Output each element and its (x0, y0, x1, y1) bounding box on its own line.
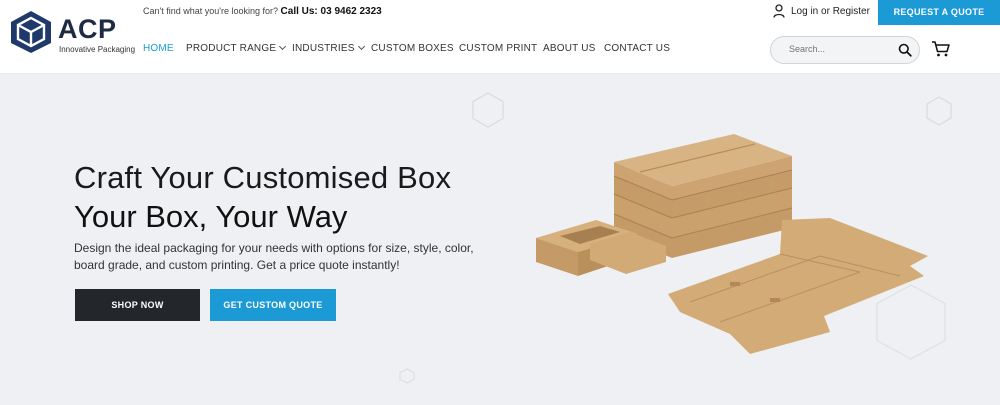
nav-industries[interactable]: INDUSTRIES (292, 42, 365, 54)
cardboard-boxes-image (536, 134, 928, 354)
request-quote-button[interactable]: REQUEST A QUOTE (878, 0, 1000, 25)
nav-label: PRODUCT RANGE (186, 43, 277, 54)
search-bar[interactable] (770, 36, 920, 64)
user-icon (773, 4, 785, 18)
help-text: Can't find what you're looking for? (143, 6, 279, 16)
chevron-down-icon (279, 42, 287, 51)
brand-name: ACP (58, 14, 117, 44)
chevron-down-icon (357, 42, 365, 51)
site-header: ACP Innovative Packaging Can't find what… (0, 0, 1000, 74)
search-icon[interactable] (898, 43, 912, 57)
nav-home[interactable]: HOME (143, 43, 174, 54)
hero-description: Design the ideal packaging for your need… (74, 241, 474, 272)
hexagon-decoration (926, 96, 952, 126)
nav-custom-boxes[interactable]: CUSTOM BOXES (371, 43, 454, 54)
site-logo[interactable]: ACP Innovative Packaging (10, 10, 135, 58)
nav-contact-us[interactable]: CONTACT US (604, 43, 670, 54)
nav-product-range[interactable]: PRODUCT RANGE (186, 42, 287, 54)
cube-logo-icon (11, 11, 51, 53)
phone-link[interactable]: Call Us: 03 9462 2323 (281, 6, 382, 17)
shop-now-button[interactable]: SHOP NOW (75, 289, 200, 321)
login-link[interactable]: Log in or Register (773, 4, 870, 18)
cart-icon[interactable] (931, 40, 951, 58)
search-input[interactable] (789, 44, 889, 54)
hero-subtitle: Your Box, Your Way (74, 199, 348, 234)
hexagon-decoration (399, 368, 415, 384)
help-line: Can't find what you're looking for? Call… (143, 5, 382, 18)
nav-label: INDUSTRIES (292, 43, 355, 54)
nav-custom-print[interactable]: CUSTOM PRINT (459, 43, 537, 54)
hero-title: Craft Your Customised Box (74, 160, 452, 195)
brand-tagline: Innovative Packaging (59, 45, 136, 54)
nav-about-us[interactable]: ABOUT US (543, 43, 596, 54)
login-label: Log in or Register (791, 5, 870, 17)
hexagon-decoration (472, 92, 504, 128)
custom-quote-button[interactable]: GET CUSTOM QUOTE (210, 289, 336, 321)
